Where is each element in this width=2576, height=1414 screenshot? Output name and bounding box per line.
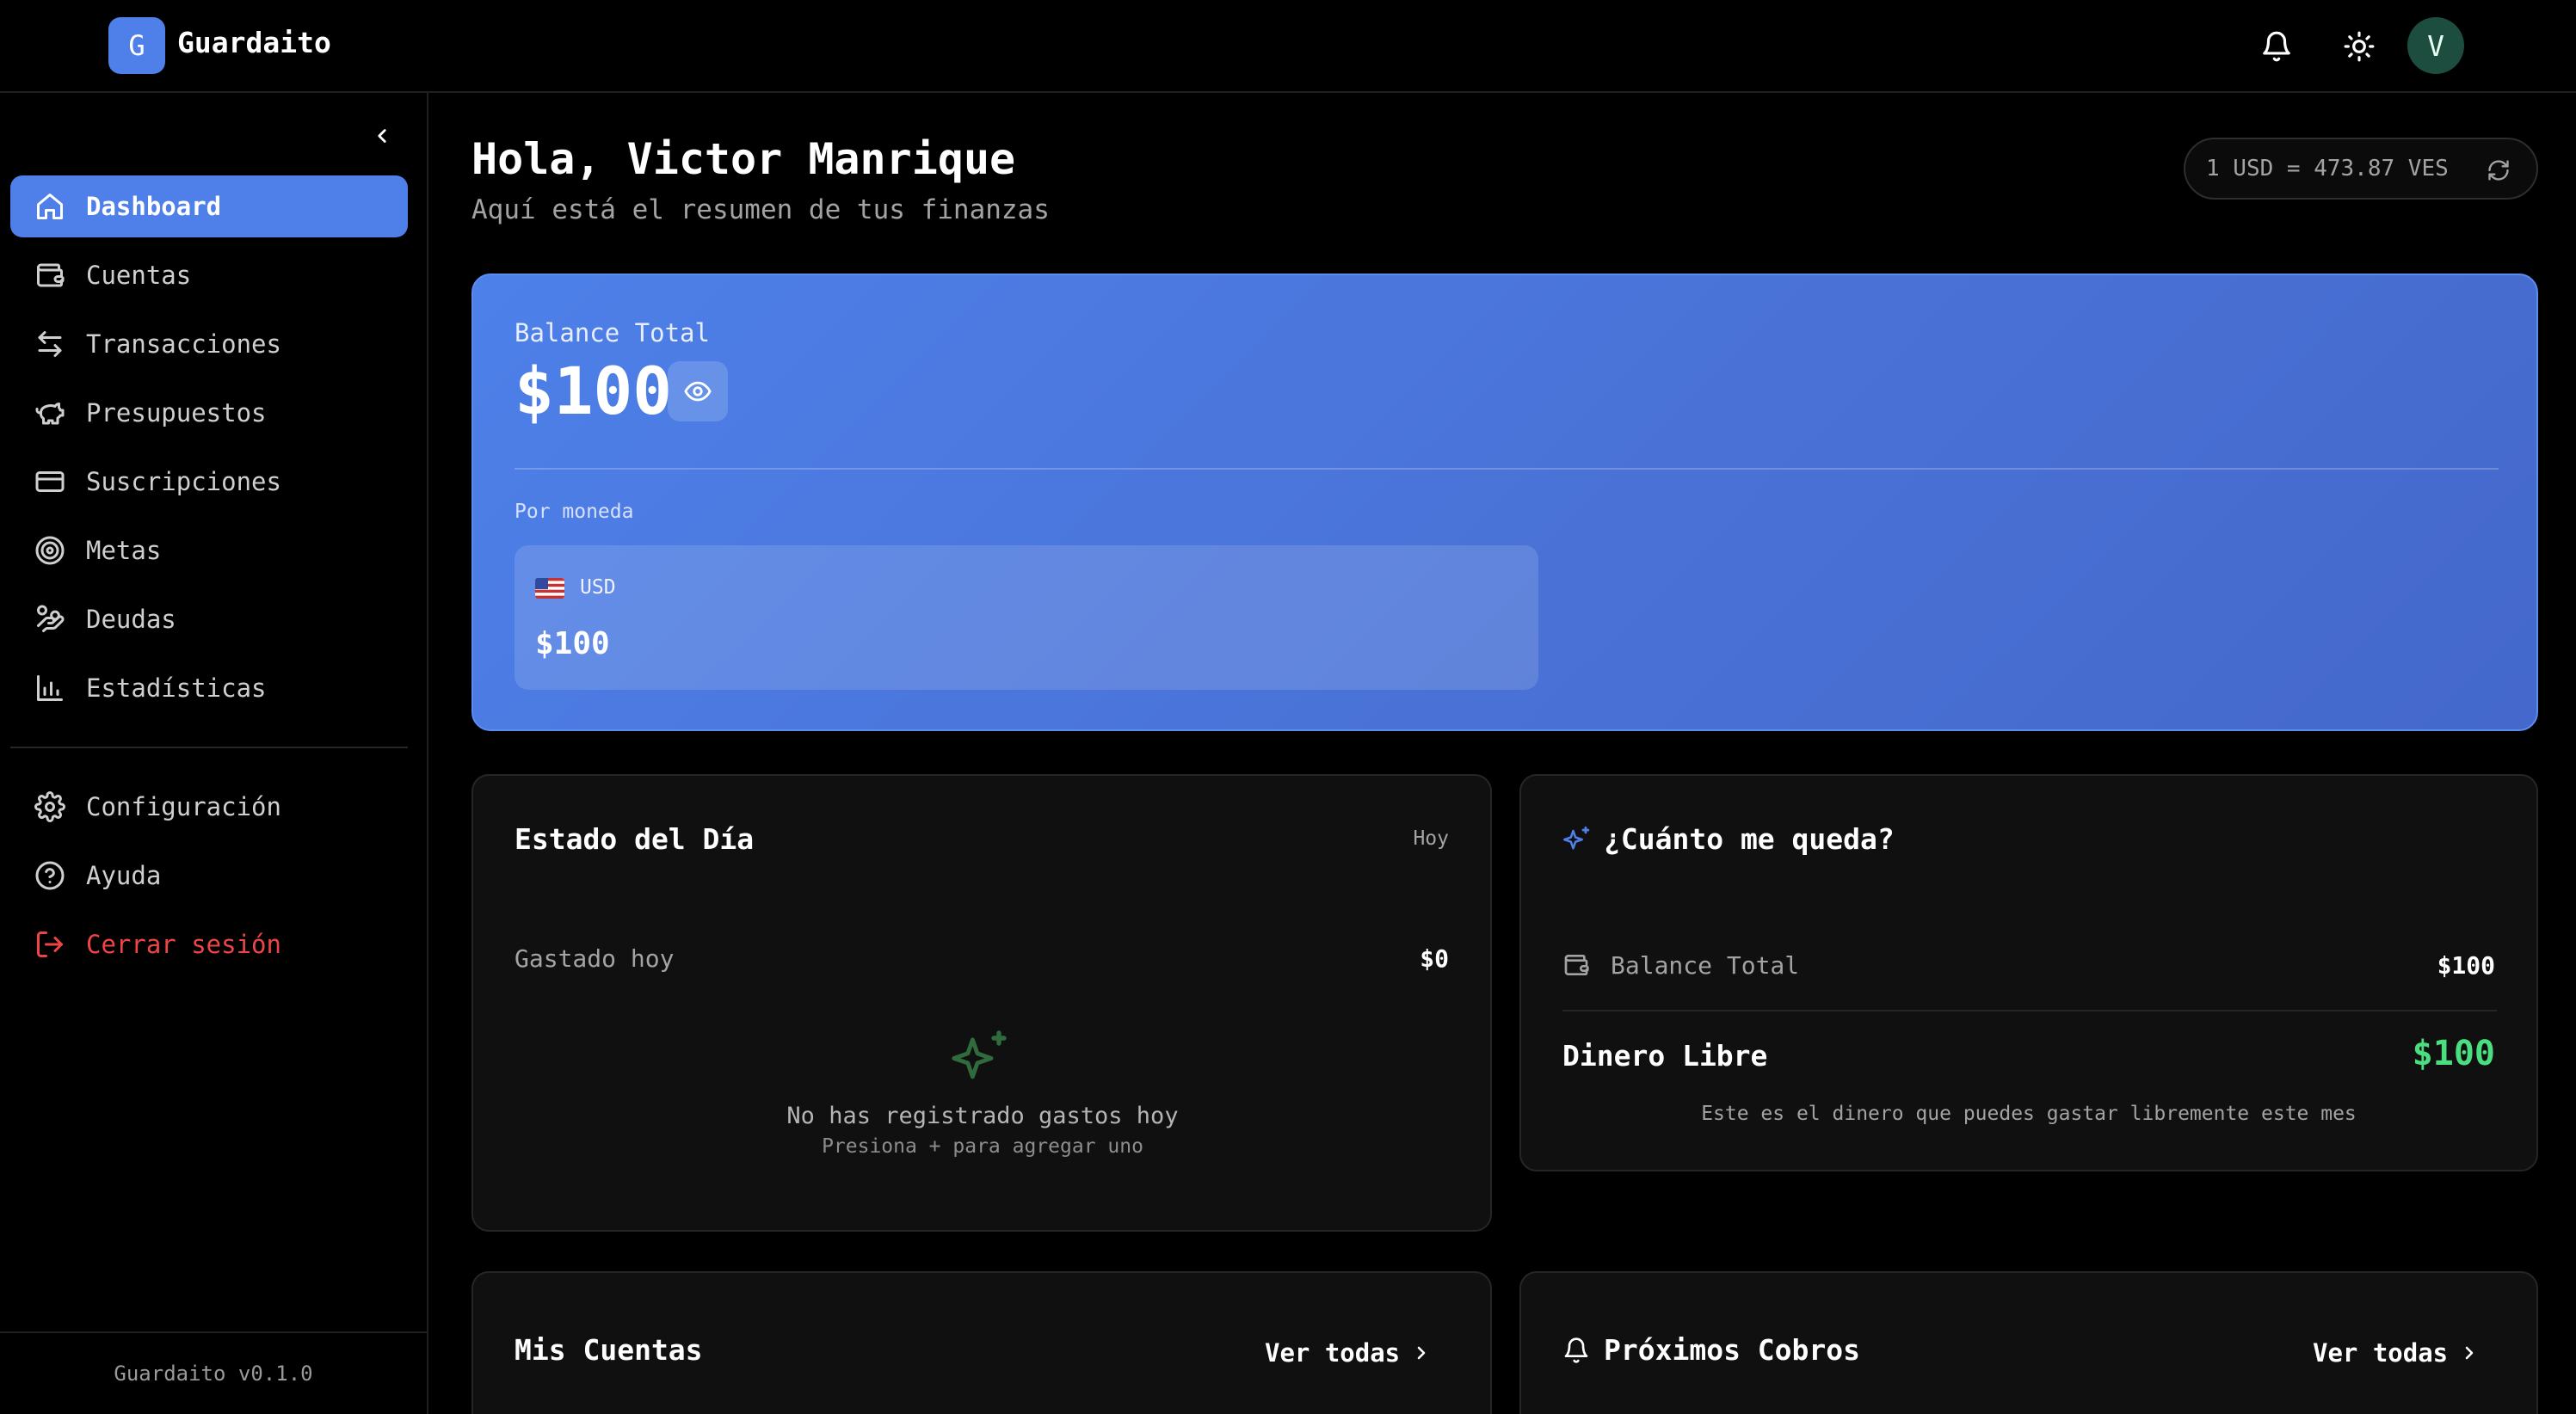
sidebar-item-estadisticas[interactable]: Estadísticas: [10, 657, 408, 719]
daily-status-title: Estado del Día: [515, 822, 755, 856]
free-money-label: Dinero Libre: [1562, 1039, 1768, 1073]
help-circle-icon: [35, 861, 65, 890]
remaining-money-title: ¿Cuánto me queda?: [1604, 822, 1895, 856]
collapse-sidebar-button[interactable]: [365, 119, 399, 153]
notifications-button[interactable]: [2251, 21, 2302, 72]
remaining-balance-label: Balance Total: [1611, 951, 1800, 980]
sidebar-item-logout[interactable]: Cerrar sesión: [10, 913, 408, 975]
view-all-label: Ver todas: [1265, 1338, 1401, 1368]
remaining-money-card: ¿Cuánto me queda? Balance Total $100 Din…: [1519, 774, 2538, 1171]
bell-icon: [2263, 31, 2290, 62]
user-avatar[interactable]: V: [2407, 17, 2464, 74]
top-bar: G Guardaito V: [0, 0, 2576, 93]
bell-icon: [1564, 1337, 1588, 1363]
view-all-label: Ver todas: [2313, 1338, 2449, 1368]
empty-state-subtitle: Presiona + para agregar uno: [822, 1135, 1143, 1158]
sidebar-item-label: Cerrar sesión: [86, 930, 281, 959]
wallet-icon: [37, 263, 65, 287]
sidebar: Dashboard Cuentas Transacciones Presupue…: [0, 93, 428, 1414]
upcoming-charges-card: Próximos Cobros Ver todas: [1519, 1271, 2538, 1414]
theme-toggle-button[interactable]: [2333, 21, 2385, 72]
remaining-balance-value: $100: [2437, 951, 2495, 980]
my-accounts-card: Mis Cuentas Ver todas: [471, 1271, 1492, 1414]
refresh-icon: [2488, 160, 2509, 181]
logout-icon: [37, 931, 63, 957]
sidebar-item-label: Suscripciones: [86, 467, 281, 496]
logo-letter: G: [128, 29, 145, 62]
sidebar-item-label: Deudas: [86, 605, 176, 634]
sidebar-item-label: Metas: [86, 536, 162, 565]
sidebar-item-presupuestos[interactable]: Presupuestos: [10, 382, 408, 444]
balance-amount: $100: [515, 353, 673, 429]
page-title: Hola, Victor Manrique: [471, 134, 1016, 184]
exchange-rate-pill[interactable]: 1 USD = 473.87 VES: [2184, 138, 2538, 200]
sidebar-divider: [10, 747, 408, 748]
app-name[interactable]: Guardaito: [177, 26, 331, 59]
empty-state-title: No has registrado gastos hoy: [786, 1103, 1179, 1129]
chevron-left-icon: [378, 129, 386, 143]
by-currency-label: Por moneda: [515, 501, 634, 523]
us-flag-icon: [535, 578, 564, 599]
sidebar-item-dashboard[interactable]: Dashboard: [10, 175, 408, 237]
remaining-divider: [1562, 1010, 2497, 1011]
sidebar-item-label: Configuración: [86, 792, 281, 821]
sparkles-icon: [1562, 826, 1590, 850]
exchange-rate-text: 1 USD = 473.87 VES: [2206, 156, 2449, 181]
sidebar-item-label: Cuentas: [86, 261, 192, 290]
sidebar-item-cuentas[interactable]: Cuentas: [10, 244, 408, 306]
free-money-note: Este es el dinero que puedes gastar libr…: [1701, 1103, 2357, 1125]
sidebar-item-label: Transacciones: [86, 329, 281, 359]
sidebar-item-configuracion[interactable]: Configuración: [10, 776, 408, 838]
free-money-value: $100: [2412, 1034, 2495, 1073]
sun-icon: [2344, 31, 2375, 62]
home-icon: [37, 194, 63, 219]
sidebar-item-suscripciones[interactable]: Suscripciones: [10, 451, 408, 513]
daily-status-period: Hoy: [1413, 827, 1449, 850]
app-version: Guardaito v0.1.0: [0, 1331, 427, 1414]
eye-icon: [684, 381, 712, 402]
piggy-bank-icon: [35, 403, 65, 425]
credit-card-icon: [35, 471, 65, 492]
spent-today-label: Gastado hoy: [515, 944, 675, 973]
spent-today-value: $0: [1420, 944, 1449, 973]
sidebar-item-metas[interactable]: Metas: [10, 519, 408, 581]
currency-amount: $100: [535, 626, 610, 661]
view-all-charges-link[interactable]: Ver todas: [2313, 1338, 2480, 1368]
sidebar-item-transacciones[interactable]: Transacciones: [10, 313, 408, 375]
chevron-right-icon: [2465, 1346, 2474, 1360]
daily-status-card: Estado del Día Hoy Gastado hoy $0 No has…: [471, 774, 1492, 1232]
sidebar-item-label: Dashboard: [86, 192, 222, 221]
wallet-icon: [1564, 955, 1589, 975]
currency-code: USD: [580, 576, 616, 599]
toggle-balance-visibility-button[interactable]: [668, 361, 728, 421]
target-icon: [35, 536, 65, 565]
arrows-left-right-icon: [38, 331, 62, 357]
hand-coins-icon: [37, 605, 65, 632]
currency-balance-item[interactable]: USD $100: [515, 545, 1538, 690]
upcoming-charges-title: Próximos Cobros: [1604, 1333, 1861, 1367]
app-logo[interactable]: G: [108, 17, 165, 74]
balance-card: Balance Total $100 Por moneda USD $100: [471, 274, 2538, 731]
view-all-accounts-link[interactable]: Ver todas: [1265, 1338, 1433, 1368]
sparkles-icon: [952, 1030, 1007, 1079]
gear-icon: [34, 791, 65, 822]
avatar-letter: V: [2427, 28, 2444, 63]
my-accounts-title: Mis Cuentas: [515, 1333, 703, 1367]
chevron-right-icon: [1417, 1346, 1426, 1360]
sidebar-item-label: Presupuestos: [86, 398, 267, 427]
sidebar-item-deudas[interactable]: Deudas: [10, 588, 408, 650]
refresh-rate-button[interactable]: [2483, 155, 2514, 186]
sidebar-item-label: Ayuda: [86, 861, 162, 890]
sidebar-item-label: Estadísticas: [86, 673, 267, 703]
balance-divider: [515, 468, 2499, 470]
page-subtitle: Aquí está el resumen de tus finanzas: [471, 194, 1050, 225]
balance-label: Balance Total: [515, 318, 710, 347]
bar-chart-icon: [37, 675, 63, 701]
sidebar-item-ayuda[interactable]: Ayuda: [10, 845, 408, 907]
